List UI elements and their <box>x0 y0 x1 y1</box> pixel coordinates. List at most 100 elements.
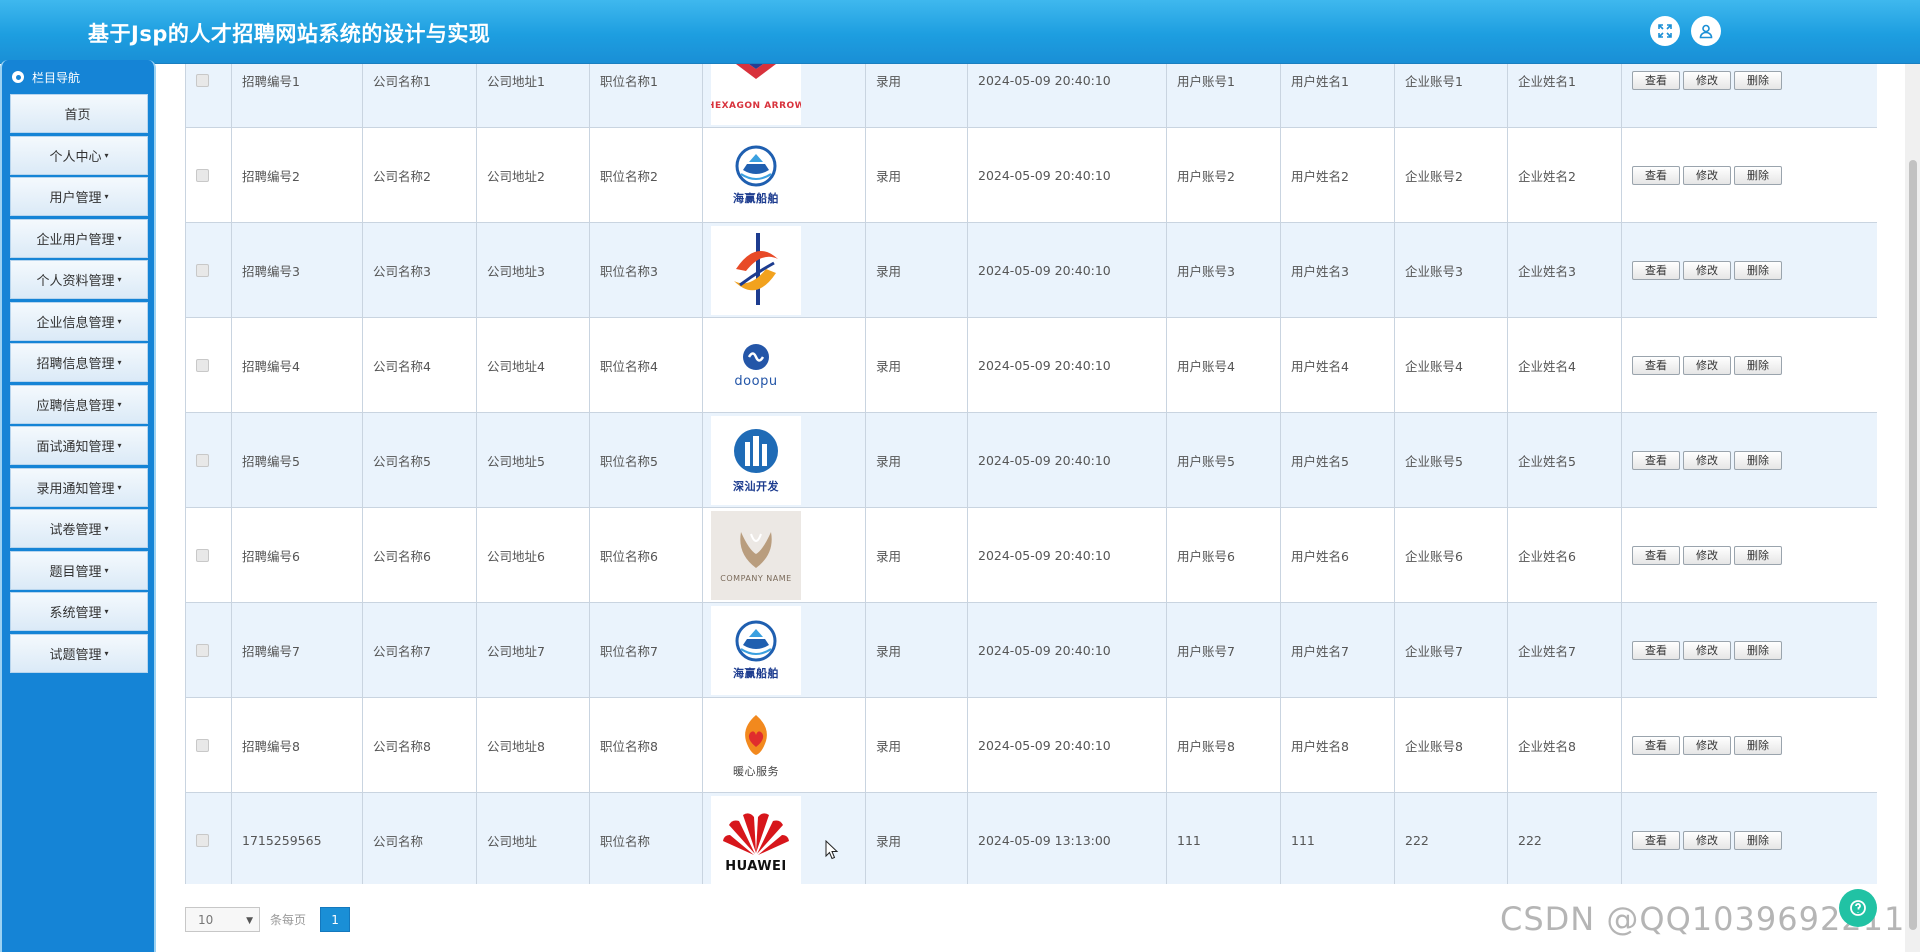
view-button[interactable]: 查看 <box>1632 260 1680 280</box>
row-checkbox[interactable] <box>196 263 209 277</box>
sidebar-item-5[interactable]: 企业信息管理 ▾ <box>10 301 148 341</box>
cell-time: 2024-05-09 20:40:10 <box>967 317 1167 413</box>
table-row: 招聘编号2 公司名称2 公司地址2 职位名称2 海赢船舶 录用 2024-05-09 20:… <box>185 127 1877 223</box>
sidebar-item-1[interactable]: 个人中心 ▾ <box>10 135 148 175</box>
cell-time: 2024-05-09 20:40:10 <box>967 127 1167 223</box>
cell-address: 公司地址 <box>476 792 590 884</box>
row-checkbox[interactable] <box>196 358 209 372</box>
cell-address: 公司地址3 <box>476 222 590 318</box>
sidebar-header: 栏目导航 <box>2 60 154 94</box>
edit-button[interactable]: 修改 <box>1683 165 1731 185</box>
delete-button[interactable]: 删除 <box>1734 830 1782 850</box>
edit-button[interactable]: 修改 <box>1683 260 1731 280</box>
cell-status: 录用 <box>865 507 968 603</box>
caret-down-icon: ▾ <box>117 275 122 284</box>
table-row: 招聘编号4 公司名称4 公司地址4 职位名称4 doopu 录用 2024-05-09 20… <box>185 317 1877 413</box>
sidebar-item-10[interactable]: 试卷管理 ▾ <box>10 509 148 548</box>
row-checkbox[interactable] <box>196 168 209 182</box>
sidebar-item-6[interactable]: 招聘信息管理 ▾ <box>10 343 148 382</box>
cell-position: 职位名称2 <box>589 127 703 223</box>
table-row: 招聘编号5 公司名称5 公司地址5 职位名称5 深汕开发 录用 2024-05-09 20:… <box>185 412 1877 508</box>
huawei-logo[interactable]: HUAWEI <box>711 795 801 884</box>
select-cell <box>185 602 232 698</box>
cell-status: 录用 <box>865 127 968 223</box>
select-cell <box>185 412 232 508</box>
delete-button[interactable]: 删除 <box>1734 735 1782 755</box>
delete-button[interactable]: 删除 <box>1734 545 1782 565</box>
row-checkbox[interactable] <box>196 73 209 87</box>
table-row: 招聘编号7 公司名称7 公司地址7 职位名称7 海赢船舶 录用 2024-05-09 20:… <box>185 602 1877 698</box>
doopu-logo[interactable]: doopu <box>711 320 801 410</box>
sidebar-item-8[interactable]: 面试通知管理 ▾ <box>10 426 148 465</box>
cell-user-name: 用户姓名4 <box>1280 317 1395 413</box>
logo-cell: COMPANY NAME <box>702 507 866 603</box>
row-checkbox[interactable] <box>196 738 209 752</box>
view-button[interactable]: 查看 <box>1632 355 1680 375</box>
view-button[interactable]: 查看 <box>1632 545 1680 565</box>
heart-service-logo[interactable]: 暖心服务 <box>711 700 801 790</box>
edit-button[interactable]: 修改 <box>1683 830 1731 850</box>
row-checkbox[interactable] <box>196 643 209 657</box>
cell-ent-name: 企业姓名8 <box>1507 697 1622 793</box>
sidebar-item-13[interactable]: 试题管理 ▾ <box>10 633 148 673</box>
cell-position: 职位名称8 <box>589 697 703 793</box>
scrollbar-thumb[interactable] <box>1909 160 1917 930</box>
floating-help-button[interactable] <box>1839 889 1877 927</box>
page-1-button[interactable]: 1 <box>320 907 351 932</box>
ship-logo[interactable]: 海赢船舶 <box>711 130 801 220</box>
sidebar-item-11[interactable]: 题目管理 ▾ <box>10 550 148 590</box>
user-button[interactable] <box>1691 16 1721 46</box>
delete-button[interactable]: 删除 <box>1734 355 1782 375</box>
cell-user-account: 用户账号7 <box>1166 602 1281 698</box>
sidebar-item-4[interactable]: 个人资料管理 ▾ <box>10 260 148 299</box>
edit-button[interactable]: 修改 <box>1683 355 1731 375</box>
view-button[interactable]: 查看 <box>1632 165 1680 185</box>
view-button[interactable]: 查看 <box>1632 640 1680 660</box>
swirl-logo[interactable] <box>711 225 801 315</box>
view-button[interactable]: 查看 <box>1632 830 1680 850</box>
row-checkbox[interactable] <box>196 453 209 467</box>
edit-button[interactable]: 修改 <box>1683 70 1731 90</box>
edit-button[interactable]: 修改 <box>1683 640 1731 660</box>
select-cell <box>185 317 232 413</box>
delete-button[interactable]: 删除 <box>1734 70 1782 90</box>
cell-user-name: 111 <box>1280 792 1395 884</box>
view-button[interactable]: 查看 <box>1632 735 1680 755</box>
cell-user-name: 用户姓名7 <box>1280 602 1395 698</box>
actions-cell: 查看 修改 删除 <box>1621 317 1877 413</box>
city-logo[interactable]: 深汕开发 <box>711 415 801 505</box>
sidebar-item-3[interactable]: 企业用户管理 ▾ <box>10 218 148 258</box>
edit-button[interactable]: 修改 <box>1683 735 1731 755</box>
company-name-logo[interactable]: COMPANY NAME <box>711 510 801 600</box>
sidebar-item-7[interactable]: 应聘信息管理 ▾ <box>10 384 148 424</box>
logo-cell: 暖心服务 <box>702 697 866 793</box>
page-size-select[interactable]: 10 ▼ <box>185 907 260 932</box>
row-checkbox[interactable] <box>196 833 209 847</box>
hexagon-arrow-logo[interactable]: HEXAGON ARROW <box>711 64 801 125</box>
edit-button[interactable]: 修改 <box>1683 450 1731 470</box>
cell-address: 公司地址6 <box>476 507 590 603</box>
page-title: 基于Jsp的人才招聘网站系统的设计与实现 <box>88 22 491 46</box>
caret-down-icon: ▾ <box>117 233 122 243</box>
row-checkbox[interactable] <box>196 548 209 562</box>
cell-id: 招聘编号8 <box>231 697 363 793</box>
sidebar-item-0[interactable]: 首页 <box>10 94 148 133</box>
fullscreen-button[interactable] <box>1650 16 1680 46</box>
sidebar-item-12[interactable]: 系统管理 ▾ <box>10 592 148 631</box>
view-button[interactable]: 查看 <box>1632 450 1680 470</box>
cell-user-name: 用户姓名2 <box>1280 127 1395 223</box>
sidebar-item-2[interactable]: 用户管理 ▾ <box>10 177 148 216</box>
cell-position: 职位名称6 <box>589 507 703 603</box>
edit-button[interactable]: 修改 <box>1683 545 1731 565</box>
sidebar-item-label: 录用通知管理 <box>36 481 115 497</box>
ship-logo[interactable]: 海赢船舶 <box>711 605 801 695</box>
sidebar-item-9[interactable]: 录用通知管理 ▾ <box>10 467 148 507</box>
delete-button[interactable]: 删除 <box>1734 260 1782 280</box>
delete-button[interactable]: 删除 <box>1734 165 1782 185</box>
logo-cell <box>702 222 866 318</box>
delete-button[interactable]: 删除 <box>1734 640 1782 660</box>
delete-button[interactable]: 删除 <box>1734 450 1782 470</box>
cell-company: 公司名称6 <box>362 507 477 603</box>
view-button[interactable]: 查看 <box>1632 70 1680 90</box>
sidebar-item-label: 应聘信息管理 <box>36 398 115 414</box>
